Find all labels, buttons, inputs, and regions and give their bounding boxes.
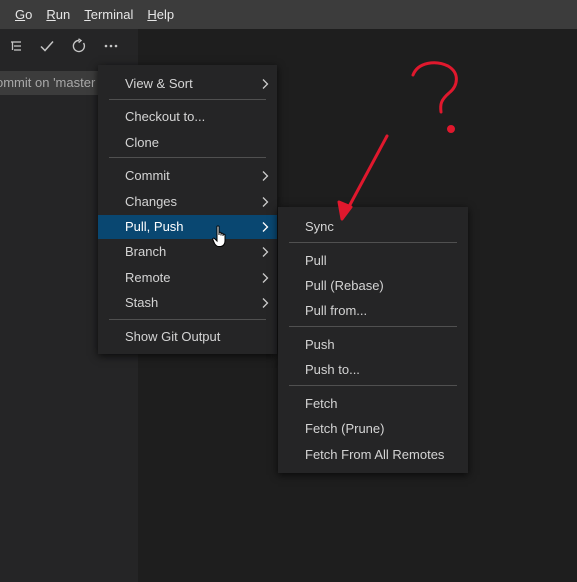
more-actions-icon[interactable] [102,37,120,55]
submenu-item-pull[interactable]: Pull [278,249,468,273]
menu-item-changes[interactable]: Changes [98,190,277,214]
submenu-item-fetch-all-remotes[interactable]: Fetch From All Remotes [278,443,468,467]
menu-item-commit[interactable]: Commit [98,164,277,188]
menu-item-pull-push[interactable]: Pull, Push [98,215,277,239]
chevron-right-icon [261,291,269,315]
submenu-item-push-to[interactable]: Push to... [278,358,468,382]
menu-item-clone[interactable]: Clone [98,131,277,155]
menu-run[interactable]: Run [41,0,75,29]
chevron-right-icon [261,266,269,290]
menu-separator [289,385,457,386]
submenu-item-fetch[interactable]: Fetch [278,392,468,416]
tree-view-icon[interactable] [7,37,25,55]
menu-separator [109,99,266,100]
question-mark-dot-annotation [447,125,455,133]
submenu-item-pull-rebase[interactable]: Pull (Rebase) [278,274,468,298]
git-context-menu: View & Sort Checkout to... Clone Commit … [98,65,277,354]
menu-separator [289,242,457,243]
arrow-annotation [343,134,389,216]
scm-toolbar [0,29,138,63]
chevron-right-icon [261,240,269,264]
submenu-item-fetch-prune[interactable]: Fetch (Prune) [278,417,468,441]
menu-go[interactable]: Go [10,0,37,29]
menu-separator [289,326,457,327]
question-mark-annotation [411,61,458,114]
menu-terminal[interactable]: Terminal [79,0,138,29]
check-icon[interactable] [38,37,56,55]
menu-item-branch[interactable]: Branch [98,240,277,264]
chevron-right-icon [261,164,269,188]
submenu-item-push[interactable]: Push [278,333,468,357]
submenu-item-pull-from[interactable]: Pull from... [278,299,468,323]
menu-bar: Go Run Terminal Help [0,0,577,29]
menu-item-remote[interactable]: Remote [98,266,277,290]
chevron-right-icon [261,215,269,239]
hand-cursor-icon [212,225,226,247]
menu-separator [109,157,266,158]
refresh-icon[interactable] [70,37,88,55]
menu-item-view-sort[interactable]: View & Sort [98,72,277,96]
pull-push-submenu: Sync Pull Pull (Rebase) Pull from... Pus… [278,207,468,473]
menu-item-show-git-output[interactable]: Show Git Output [98,325,277,349]
submenu-item-sync[interactable]: Sync [278,215,468,239]
menu-help[interactable]: Help [142,0,179,29]
menu-item-stash[interactable]: Stash [98,291,277,315]
chevron-right-icon [261,190,269,214]
menu-item-checkout[interactable]: Checkout to... [98,105,277,129]
chevron-right-icon [261,72,269,96]
menu-separator [109,319,266,320]
